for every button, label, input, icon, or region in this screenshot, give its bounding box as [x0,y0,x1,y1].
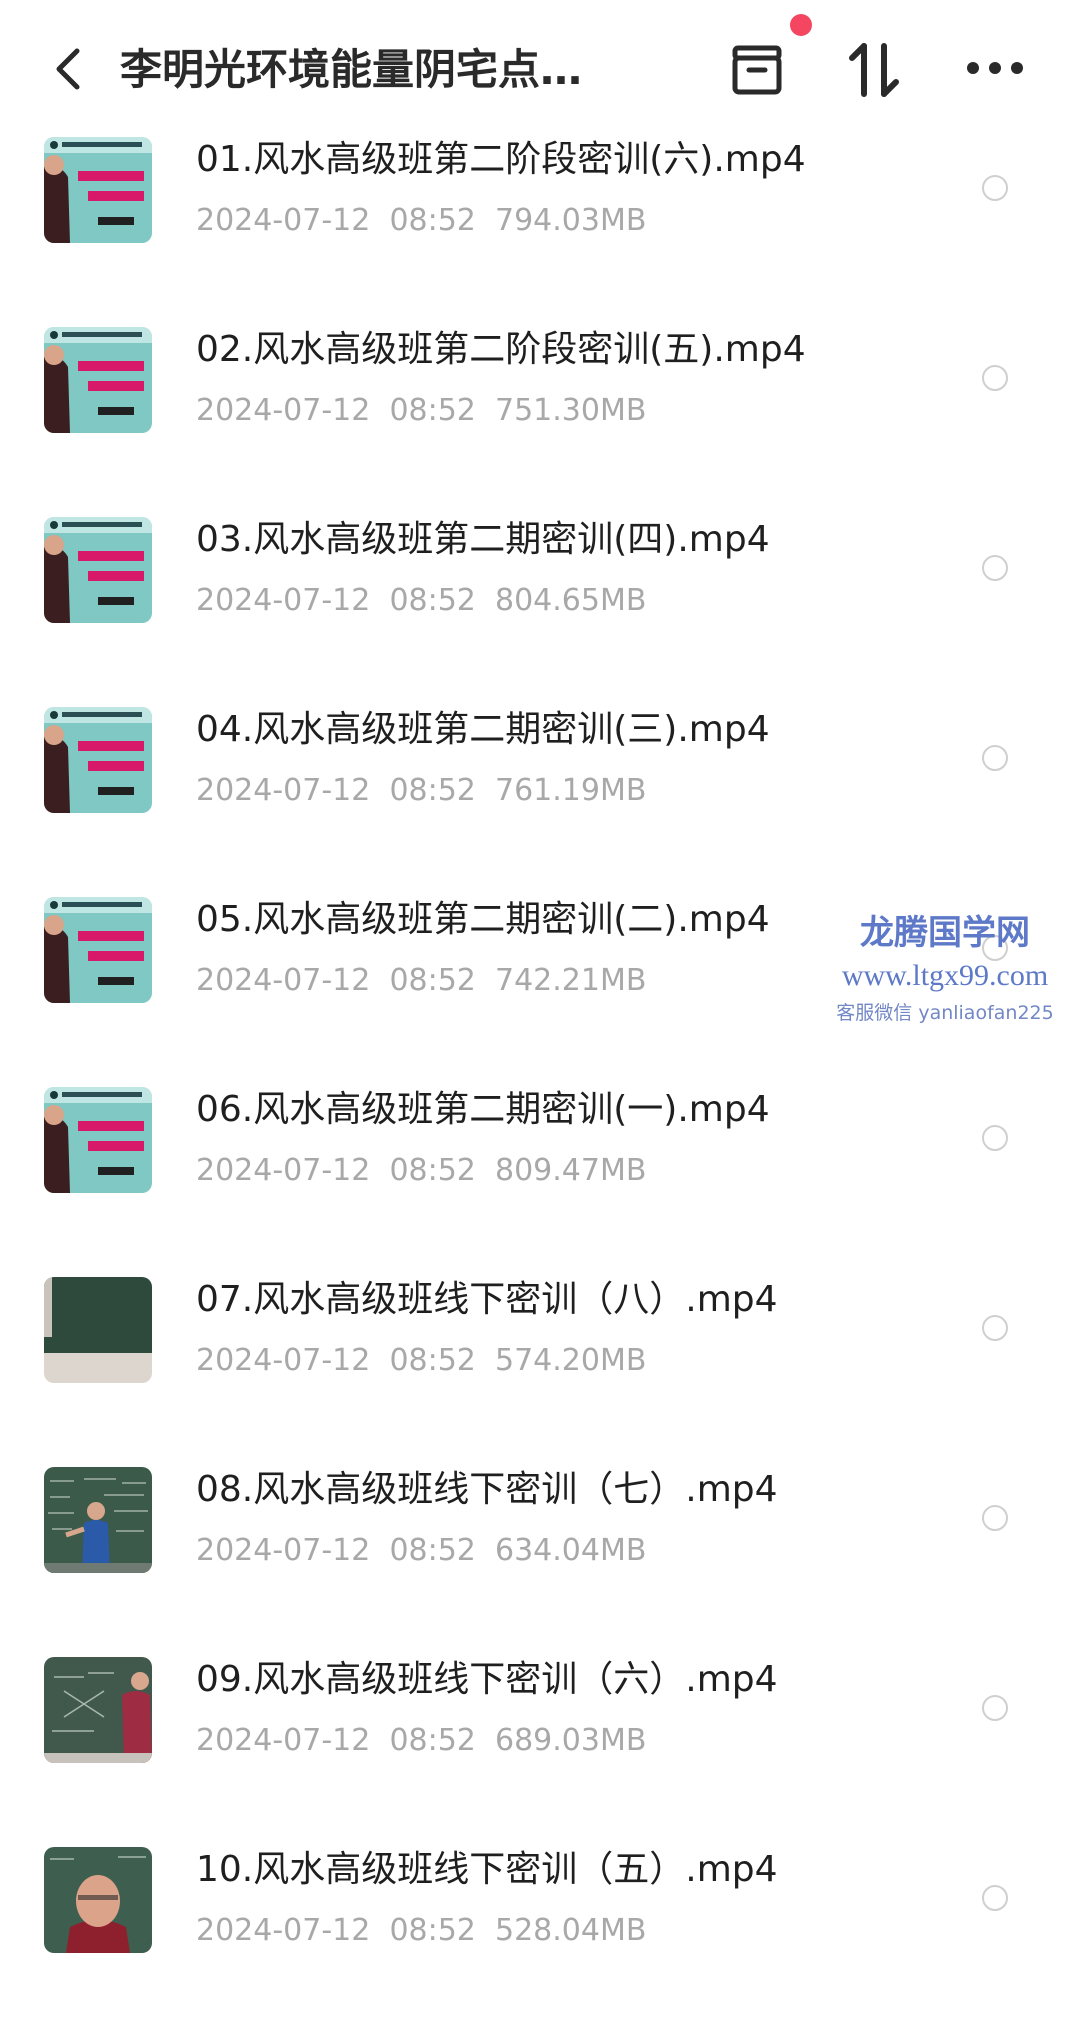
file-meta: 2024-07-12 08:52 634.04MB [196,1531,646,1571]
file-name: 01.风水高级班第二阶段密训(六).mp4 [196,139,806,180]
file-size: 528.04MB [494,1913,647,1948]
sort-button[interactable] [844,38,904,102]
file-name: 10.风水高级班线下密训（五）.mp4 [196,1849,778,1890]
file-time: 08:52 [389,1723,476,1758]
video-thumbnail [44,1847,152,1953]
file-date: 2024-07-12 [196,1913,371,1948]
file-time: 08:52 [389,1153,476,1188]
video-thumbnail [44,1087,152,1193]
file-time: 08:52 [389,393,476,428]
file-row[interactable]: 10.风水高级班线下密训（五）.mp4 2024-07-12 08:52 528… [0,1845,1080,2035]
file-meta: 2024-07-12 08:52 761.19MB [196,771,646,811]
file-row[interactable]: 09.风水高级班线下密训（六）.mp4 2024-07-12 08:52 689… [0,1655,1080,1845]
file-date: 2024-07-12 [196,1343,371,1378]
file-meta: 2024-07-12 08:52 574.20MB [196,1341,646,1381]
file-row[interactable]: 08.风水高级班线下密训（七）.mp4 2024-07-12 08:52 634… [0,1465,1080,1655]
back-button[interactable] [44,42,92,96]
select-radio[interactable] [982,1695,1008,1721]
video-thumbnail [44,707,152,813]
file-time: 08:52 [389,1343,476,1378]
file-size: 794.03MB [494,203,647,238]
file-meta: 2024-07-12 08:52 742.21MB [196,961,646,1001]
file-name: 09.风水高级班线下密训（六）.mp4 [196,1659,778,1700]
file-name: 05.风水高级班第二期密训(二).mp4 [196,899,770,940]
file-name: 08.风水高级班线下密训（七）.mp4 [196,1469,778,1510]
select-radio[interactable] [982,555,1008,581]
file-size: 809.47MB [494,1153,647,1188]
file-date: 2024-07-12 [196,1533,371,1568]
file-date: 2024-07-12 [196,393,371,428]
file-row[interactable]: 03.风水高级班第二期密训(四).mp4 2024-07-12 08:52 80… [0,515,1080,705]
file-name: 03.风水高级班第二期密训(四).mp4 [196,519,770,560]
file-time: 08:52 [389,963,476,998]
file-size: 804.65MB [494,583,647,618]
file-time: 08:52 [389,1913,476,1948]
video-thumbnail [44,327,152,433]
file-size: 689.03MB [494,1723,647,1758]
file-meta: 2024-07-12 08:52 794.03MB [196,201,646,241]
file-meta: 2024-07-12 08:52 751.30MB [196,391,646,431]
select-radio[interactable] [982,365,1008,391]
video-thumbnail [44,517,152,623]
file-size: 574.20MB [494,1343,647,1378]
select-radio[interactable] [982,1125,1008,1151]
file-date: 2024-07-12 [196,773,371,808]
file-date: 2024-07-12 [196,583,371,618]
file-date: 2024-07-12 [196,1153,371,1188]
video-thumbnail [44,1467,152,1573]
select-radio[interactable] [982,1505,1008,1531]
sort-arrows-icon [849,43,899,97]
file-name: 04.风水高级班第二期密训(三).mp4 [196,709,770,750]
chevron-left-icon [56,48,80,90]
file-size: 761.19MB [494,773,647,808]
file-time: 08:52 [389,1533,476,1568]
file-row[interactable]: 01.风水高级班第二阶段密训(六).mp4 2024-07-12 08:52 7… [0,135,1080,325]
top-bar: 李明光环境能量阴宅点… [0,0,1080,135]
file-time: 08:52 [389,203,476,238]
file-row[interactable]: 04.风水高级班第二期密训(三).mp4 2024-07-12 08:52 76… [0,705,1080,895]
file-meta: 2024-07-12 08:52 804.65MB [196,581,646,621]
file-date: 2024-07-12 [196,203,371,238]
file-meta: 2024-07-12 08:52 689.03MB [196,1721,646,1761]
file-name: 02.风水高级班第二阶段密训(五).mp4 [196,329,806,370]
video-thumbnail [44,897,152,1003]
file-row[interactable]: 07.风水高级班线下密训（八）.mp4 2024-07-12 08:52 574… [0,1275,1080,1465]
file-size: 742.21MB [494,963,647,998]
watermark: 龙腾国学网 www.ltgx99.com 客服微信 yanliaofan225 [820,912,1070,1030]
select-radio[interactable] [982,1315,1008,1341]
file-name: 07.风水高级班线下密训（八）.mp4 [196,1279,778,1320]
file-time: 08:52 [389,773,476,808]
watermark-contact: 客服微信 yanliaofan225 [836,1002,1054,1024]
more-dots-icon [967,62,1023,74]
select-radio[interactable] [982,175,1008,201]
file-row[interactable]: 06.风水高级班第二期密训(一).mp4 2024-07-12 08:52 80… [0,1085,1080,1275]
file-date: 2024-07-12 [196,1723,371,1758]
file-row[interactable]: 02.风水高级班第二阶段密训(五).mp4 2024-07-12 08:52 7… [0,325,1080,515]
archive-box-icon [732,45,782,95]
file-meta: 2024-07-12 08:52 528.04MB [196,1911,646,1951]
file-date: 2024-07-12 [196,963,371,998]
file-size: 634.04MB [494,1533,647,1568]
page-title: 李明光环境能量阴宅点… [120,45,583,94]
more-button[interactable] [960,48,1030,88]
watermark-url: www.ltgx99.com [841,959,1049,992]
file-name: 06.风水高级班第二期密训(一).mp4 [196,1089,770,1130]
select-radio[interactable] [982,745,1008,771]
file-size: 751.30MB [494,393,647,428]
watermark-site-name: 龙腾国学网 [860,915,1030,952]
video-thumbnail [44,137,152,243]
file-time: 08:52 [389,583,476,618]
video-thumbnail [44,1657,152,1763]
file-meta: 2024-07-12 08:52 809.47MB [196,1151,646,1191]
select-radio[interactable] [982,1885,1008,1911]
video-thumbnail [44,1277,152,1383]
archive-button[interactable] [726,40,788,100]
notification-dot [790,14,812,36]
